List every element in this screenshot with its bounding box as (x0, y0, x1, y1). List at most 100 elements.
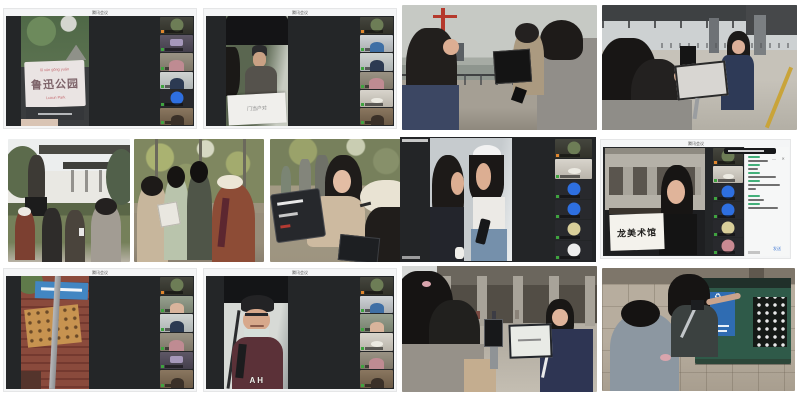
main-video-long-museum[interactable]: 龙美术馆 (605, 148, 705, 255)
museum-sign-text: 龙美术馆 (617, 225, 657, 239)
participant-video-thumbnail[interactable] (160, 17, 193, 34)
main-video-placard[interactable]: 门当户对 (226, 16, 288, 126)
mic-icon (556, 154, 559, 157)
titlebar: 腾讯会议 (601, 140, 790, 147)
participant-video-thumbnail[interactable] (360, 72, 393, 89)
sign-pinyin: lǔ xùn gōng yuán (40, 68, 69, 73)
mic-icon (714, 215, 717, 218)
student-dark-top (187, 171, 212, 260)
mic-icon (361, 121, 364, 124)
tablet (509, 323, 553, 358)
mic-icon (714, 179, 717, 182)
notification-tooltip (724, 148, 776, 154)
participant-video-thumbnail[interactable] (713, 184, 743, 201)
smile (250, 325, 264, 327)
name-label (365, 384, 383, 387)
mic-icon (161, 121, 164, 124)
tooltip-text (728, 150, 764, 152)
participant-sidebar (360, 17, 393, 125)
hair-ponytail (621, 300, 660, 327)
participant-video-thumbnail[interactable] (360, 277, 393, 295)
participant-video-thumbnail[interactable] (160, 53, 193, 70)
woman-face (333, 170, 350, 193)
chat-panel: — ✕ 发送 (744, 147, 789, 256)
main-video-two-girls[interactable] (430, 138, 512, 261)
main-video-luxun[interactable]: lǔ xùn gōng yuán 鲁迅公园 Luxun Park (21, 16, 89, 126)
mic-icon (714, 197, 717, 200)
name-label (365, 85, 383, 88)
send-button[interactable]: 发送 (767, 238, 787, 256)
minimize-icon[interactable]: — (772, 157, 776, 161)
phone-on-gimbal (680, 46, 696, 65)
chat-sender (748, 164, 760, 166)
chat-input-hint[interactable] (748, 251, 760, 254)
participant-video-thumbnail[interactable] (555, 200, 592, 219)
participant-video-thumbnail[interactable] (555, 180, 592, 199)
face (243, 309, 270, 332)
participant-video-thumbnail[interactable] (713, 220, 743, 237)
participant-video-thumbnail[interactable] (360, 35, 393, 52)
main-video-bucket-hat[interactable]: AH (224, 276, 288, 389)
participant-video-thumbnail[interactable] (160, 352, 193, 370)
meeting-window-bucket-hat: 腾讯会议 —□✕ AH (203, 268, 397, 392)
photo-museum-filming (402, 266, 597, 392)
participant-video-thumbnail[interactable] (160, 108, 193, 125)
participant-video-thumbnail[interactable] (360, 314, 393, 332)
woman-face (732, 40, 746, 54)
participant-sidebar (160, 277, 193, 388)
participant-video-thumbnail[interactable] (160, 314, 193, 332)
name-label (718, 251, 735, 254)
photo-tablet-presentation (270, 139, 402, 262)
name-label (365, 328, 383, 331)
participant-video-thumbnail[interactable] (713, 166, 743, 183)
participant-video-thumbnail[interactable] (360, 90, 393, 107)
close-icon[interactable]: ✕ (781, 157, 784, 161)
participant-video-thumbnail[interactable] (160, 296, 193, 314)
participant-video-thumbnail[interactable] (555, 220, 592, 239)
meeting-window-street-sign: 腾讯会议 —□✕ (3, 268, 197, 392)
participant-video-thumbnail[interactable] (713, 202, 743, 219)
participant-video-thumbnail[interactable] (713, 238, 743, 255)
window-title: 腾讯会议 (688, 142, 704, 146)
participant-video-thumbnail[interactable] (360, 296, 393, 314)
participant-video-thumbnail[interactable] (160, 72, 193, 89)
participant-video-thumbnail[interactable] (360, 370, 393, 388)
name-label (165, 67, 183, 70)
timer-label (402, 256, 420, 259)
participant-video-thumbnail[interactable] (360, 53, 393, 70)
meeting-window-luxun-park: 腾讯会议 —□✕ lǔ xùn gōng yuán 鲁迅公园 Luxun Par… (3, 8, 197, 129)
face (253, 52, 265, 66)
main-video-street-sign[interactable] (21, 276, 89, 389)
participant-video-thumbnail[interactable] (555, 139, 592, 158)
mic-icon (714, 233, 717, 236)
participant-video-thumbnail[interactable] (555, 241, 592, 260)
mic-icon (361, 67, 364, 70)
visitor (515, 310, 519, 319)
mic-icon (161, 85, 164, 88)
participant-video-thumbnail[interactable] (360, 108, 393, 125)
mic-icon (361, 103, 364, 106)
name-label (365, 309, 383, 312)
participant-video-thumbnail[interactable] (360, 333, 393, 351)
black-icon-panel (753, 297, 788, 347)
name-label (560, 195, 580, 198)
window-title: 腾讯会议 (292, 271, 308, 275)
phone-on-gimbal (691, 300, 705, 310)
mic-icon (161, 67, 164, 70)
tablet-screen-text (277, 199, 304, 206)
participant-video-thumbnail[interactable] (360, 17, 393, 34)
name-label (560, 215, 580, 218)
participant-video-thumbnail[interactable] (160, 277, 193, 295)
bin-lid (695, 278, 792, 288)
building-roof-edge (605, 148, 705, 154)
participant-video-thumbnail[interactable] (555, 159, 592, 178)
participant-video-thumbnail[interactable] (160, 35, 193, 52)
bronze-statue (28, 155, 45, 199)
participant-video-thumbnail[interactable] (160, 370, 193, 388)
participant-video-thumbnail[interactable] (160, 333, 193, 351)
mic-icon (361, 291, 364, 294)
participant-video-thumbnail[interactable] (360, 352, 393, 370)
participant-video-thumbnail[interactable] (160, 90, 193, 107)
meeting-window-long-museum: 腾讯会议 龙美术馆 — ✕ (600, 139, 791, 259)
mic-icon (161, 365, 164, 368)
